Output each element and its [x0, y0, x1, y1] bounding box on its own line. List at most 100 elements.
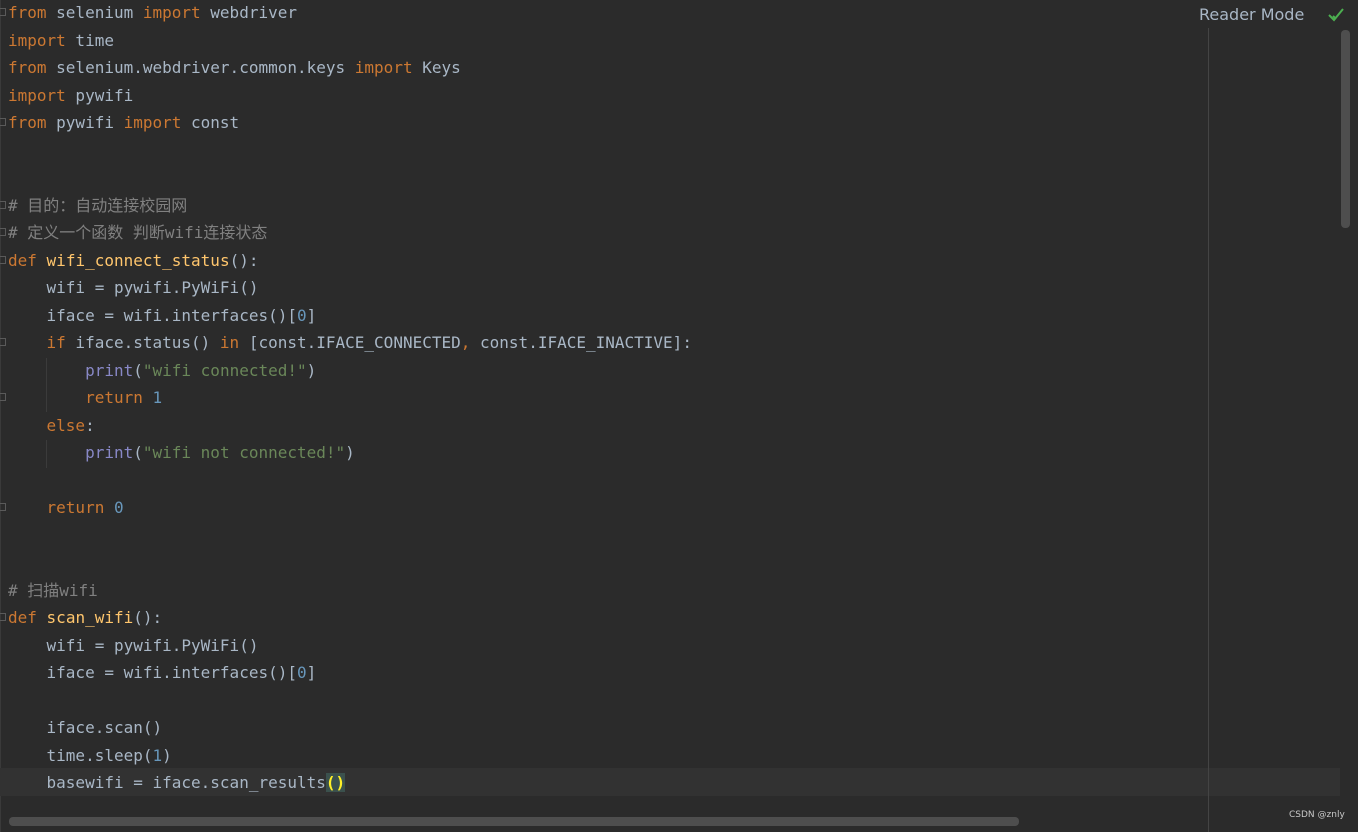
keyword: return — [85, 388, 143, 407]
code-text: basewifi = iface.scan_results — [8, 773, 326, 792]
number: 1 — [152, 745, 163, 765]
checkmark-icon[interactable] — [1327, 6, 1345, 24]
code-text: Keys — [412, 58, 461, 77]
code-line-9: # 定义一个函数 判断wifi连接状态 — [8, 223, 268, 242]
code-line-27: iface.scan() — [8, 718, 163, 737]
code-line-3: from selenium.webdriver.common.keys impo… — [8, 54, 461, 82]
code-line-29: basewifi = iface.scan_results() — [8, 769, 346, 797]
keyword: return — [46, 498, 105, 517]
code-text: selenium — [46, 3, 143, 22]
code-text: selenium.webdriver.common.keys — [46, 58, 355, 77]
code-text: webdriver — [200, 3, 297, 22]
keyword: import — [123, 113, 182, 132]
fold-marker[interactable] — [0, 201, 6, 209]
comma: , — [460, 333, 471, 352]
right-margin-guide — [1208, 28, 1209, 832]
matched-brace: () — [325, 773, 346, 792]
code-line-8: # 目的：自动连接校园网 — [8, 195, 188, 215]
code-line-17: print("wifi not connected!") — [8, 439, 355, 467]
code-text: ( — [133, 443, 143, 462]
code-text: const — [181, 113, 240, 132]
keyword: from — [8, 58, 47, 77]
keyword: def — [8, 250, 37, 270]
fold-marker[interactable] — [0, 338, 6, 346]
code-line-10: def wifi_connect_status(): — [8, 247, 258, 275]
number: 0 — [296, 305, 307, 325]
string: "wifi connected!" — [142, 360, 307, 380]
code-text: const.IFACE_INACTIVE]: — [470, 333, 692, 352]
code-line-23: def scan_wifi(): — [8, 604, 162, 632]
fold-marker[interactable] — [0, 256, 6, 264]
keyword: import — [354, 58, 413, 77]
keyword: import — [8, 30, 66, 50]
keyword: def — [8, 608, 37, 627]
watermark: CSDN @znly — [1289, 810, 1345, 820]
keyword: in — [219, 333, 240, 352]
code-text: ) — [306, 360, 317, 380]
code-text: : — [85, 415, 95, 435]
number: 0 — [113, 498, 124, 517]
code-line-4: import pywifi — [8, 82, 133, 110]
code-text: ] — [306, 663, 317, 682]
code-line-12: iface = wifi.interfaces()[0] — [8, 302, 317, 330]
code-text: iface.status() — [65, 333, 220, 352]
function-name: scan_wifi — [46, 608, 134, 627]
fold-marker[interactable] — [0, 8, 6, 16]
keyword: from — [8, 3, 47, 22]
builtin: print — [85, 443, 134, 462]
code-editor[interactable]: from selenium import webdriver import ti… — [0, 0, 1358, 832]
code-line-5: from pywifi import const — [8, 109, 239, 137]
fold-marker[interactable] — [0, 503, 6, 511]
code-text: pywifi — [65, 85, 134, 105]
horizontal-scrollbar-thumb[interactable] — [9, 817, 1019, 826]
fold-marker[interactable] — [0, 118, 6, 126]
code-text: (): — [133, 608, 163, 627]
fold-marker[interactable] — [0, 228, 6, 236]
keyword: else — [46, 415, 86, 435]
string: "wifi not connected!" — [142, 443, 346, 462]
vertical-scrollbar-thumb[interactable] — [1341, 30, 1350, 228]
builtin: print — [85, 360, 134, 380]
code-text: time — [65, 30, 114, 50]
number: 1 — [152, 388, 163, 407]
code-text: iface = wifi.interfaces()[ — [8, 663, 297, 682]
code-text: ) — [345, 443, 355, 462]
fold-marker[interactable] — [0, 393, 6, 401]
code-text: (): — [229, 250, 259, 270]
code-text: time.sleep( — [8, 745, 153, 765]
fold-marker[interactable] — [0, 613, 6, 621]
code-line-19: return 0 — [8, 494, 124, 522]
code-text: ] — [306, 305, 317, 325]
keyword: import — [142, 3, 201, 22]
code-line-1: from selenium import webdriver — [8, 0, 297, 27]
keyword: if — [46, 333, 66, 352]
code-line-15: return 1 — [8, 384, 162, 412]
code-line-25: iface = wifi.interfaces()[0] — [8, 659, 317, 687]
code-text: [const.IFACE_CONNECTED — [239, 333, 461, 352]
code-line-2: import time — [8, 27, 114, 55]
code-text: ) — [162, 745, 172, 765]
function-name: wifi_connect_status — [46, 250, 230, 270]
code-line-28: time.sleep(1) — [8, 742, 172, 770]
reader-mode-button[interactable]: Reader Mode — [1199, 5, 1304, 25]
code-line-22: # 扫描wifi — [8, 580, 98, 600]
code-line-11: wifi = pywifi.PyWiFi() — [8, 278, 259, 297]
keyword: from — [8, 113, 47, 132]
keyword: import — [8, 85, 66, 105]
code-line-14: print("wifi connected!") — [8, 357, 316, 385]
code-text: pywifi — [46, 113, 124, 132]
code-text: ( — [133, 360, 143, 380]
code-line-24: wifi = pywifi.PyWiFi() — [8, 635, 259, 655]
code-text: iface = wifi.interfaces()[ — [8, 305, 297, 325]
code-line-13: if iface.status() in [const.IFACE_CONNEC… — [8, 329, 692, 357]
code-line-16: else: — [8, 412, 95, 440]
number: 0 — [296, 663, 307, 682]
